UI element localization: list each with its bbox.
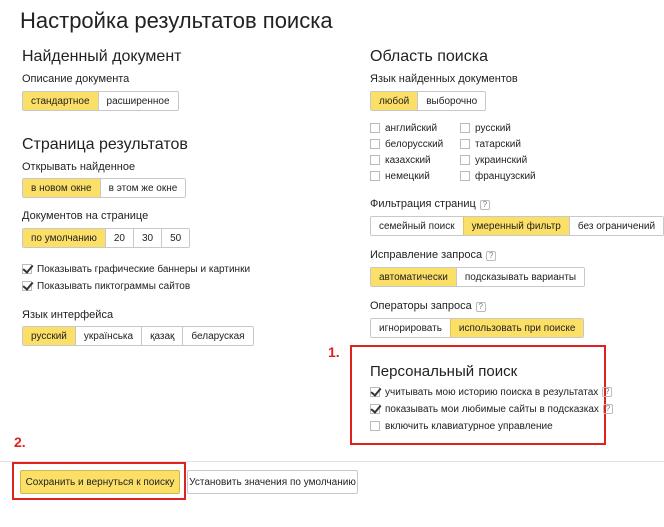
option-family[interactable]: семейный поиск xyxy=(371,217,463,235)
keyboard-label: включить клавиатурное управление xyxy=(385,420,553,432)
show-banners-row[interactable]: Показывать графические баннеры и картинк… xyxy=(22,262,250,276)
favorites-label: показывать мои любимые сайты в подсказка… xyxy=(385,403,599,415)
lang-item[interactable]: немецкий xyxy=(370,168,443,184)
correction-selector: автоматически подсказывать варианты xyxy=(370,267,586,287)
languages-left-list: английский белорусский казахский немецки… xyxy=(370,120,443,184)
set-defaults-button[interactable]: Установить значения по умолчанию xyxy=(187,470,358,494)
option-new-window[interactable]: в новом окне xyxy=(23,179,100,197)
interface-language-selector: русский українська қазақ беларуская xyxy=(22,326,254,346)
keyboard-row[interactable]: включить клавиатурное управление xyxy=(370,419,553,433)
lang-item[interactable]: французский xyxy=(460,168,536,184)
help-icon[interactable]: ? xyxy=(475,302,486,312)
checkbox-checked-icon[interactable] xyxy=(370,387,380,397)
option-auto[interactable]: автоматически xyxy=(371,268,456,286)
open-label: Открывать найденное xyxy=(22,161,136,173)
operators-selector: игнорировать использовать при поиске xyxy=(370,318,585,338)
open-selector: в новом окне в этом же окне xyxy=(22,178,187,198)
checkbox-checked-icon[interactable] xyxy=(22,264,32,274)
option-moderate[interactable]: умеренный фильтр xyxy=(462,217,569,235)
lang-item[interactable]: русский xyxy=(460,120,536,136)
results-page-title: Страница результатов xyxy=(22,136,188,153)
option-use[interactable]: использовать при поиске xyxy=(449,319,584,337)
option-ignore[interactable]: игнорировать xyxy=(371,319,450,337)
option-30[interactable]: 30 xyxy=(132,229,162,247)
doc-language-selector: любой выборочно xyxy=(370,91,487,111)
checkbox-icon[interactable] xyxy=(460,171,470,181)
help-icon[interactable]: ? xyxy=(602,387,613,397)
option-belarusian[interactable]: беларуская xyxy=(182,327,253,345)
description-selector: стандартное расширенное xyxy=(22,91,179,111)
checkbox-icon[interactable] xyxy=(460,155,470,165)
filter-selector: семейный поиск умеренный фильтр без огра… xyxy=(370,216,664,236)
docs-per-page-selector: по умолчанию 20 30 50 xyxy=(22,228,191,248)
lang-item[interactable]: казахский xyxy=(370,152,443,168)
option-standard[interactable]: стандартное xyxy=(23,92,98,110)
option-any[interactable]: любой xyxy=(371,92,418,110)
help-icon[interactable]: ? xyxy=(479,200,490,210)
operators-label-text: Операторы запроса xyxy=(370,300,472,312)
interface-language-label: Язык интерфейса xyxy=(22,309,114,321)
correction-label: Исправление запроса? xyxy=(370,249,497,261)
checkbox-icon[interactable] xyxy=(460,139,470,149)
option-selective[interactable]: выборочно xyxy=(417,92,486,110)
annotation-marker-2: 2. xyxy=(14,434,26,450)
docs-per-page-label: Документов на странице xyxy=(22,210,149,222)
option-default[interactable]: по умолчанию xyxy=(23,229,105,247)
found-document-title: Найденный документ xyxy=(22,48,182,65)
help-icon[interactable]: ? xyxy=(486,251,497,261)
help-icon[interactable]: ? xyxy=(602,404,613,414)
option-unrestricted[interactable]: без ограничений xyxy=(568,217,664,235)
operators-label: Операторы запроса? xyxy=(370,300,486,312)
lang-item[interactable]: татарский xyxy=(460,136,536,152)
checkbox-icon[interactable] xyxy=(370,123,380,133)
checkbox-icon[interactable] xyxy=(370,155,380,165)
languages-right-list: русский татарский украинский французский xyxy=(460,120,536,184)
lang-item[interactable]: английский xyxy=(370,120,443,136)
checkbox-icon[interactable] xyxy=(370,421,380,431)
history-row[interactable]: учитывать мою историю поиска в результат… xyxy=(370,385,613,399)
option-suggest[interactable]: подсказывать варианты xyxy=(455,268,585,286)
page-title: Настройка результатов поиска xyxy=(20,8,333,33)
checkbox-icon[interactable] xyxy=(370,171,380,181)
lang-item[interactable]: белорусский xyxy=(370,136,443,152)
filter-label-text: Фильтрация страниц xyxy=(370,198,476,210)
lang-item[interactable]: украинский xyxy=(460,152,536,168)
description-label: Описание документа xyxy=(22,73,130,85)
save-button[interactable]: Сохранить и вернуться к поиску xyxy=(20,470,180,494)
option-russian[interactable]: русский xyxy=(23,327,75,345)
checkbox-icon[interactable] xyxy=(370,139,380,149)
correction-label-text: Исправление запроса xyxy=(370,249,483,261)
show-banners-label: Показывать графические баннеры и картинк… xyxy=(37,263,251,275)
history-label: учитывать мою историю поиска в результат… xyxy=(385,386,599,398)
favorites-row[interactable]: показывать мои любимые сайты в подсказка… xyxy=(370,402,613,416)
personal-search-title: Персональный поиск xyxy=(370,363,518,380)
checkbox-icon[interactable] xyxy=(460,123,470,133)
option-extended[interactable]: расширенное xyxy=(97,92,178,110)
checkbox-checked-icon[interactable] xyxy=(22,281,32,291)
show-icons-row[interactable]: Показывать пиктограммы сайтов xyxy=(22,279,190,293)
checkbox-checked-icon[interactable] xyxy=(370,404,380,414)
search-area-title: Область поиска xyxy=(370,48,488,65)
option-kazakh[interactable]: қазақ xyxy=(141,327,183,345)
filter-label: Фильтрация страниц? xyxy=(370,198,490,210)
option-ukrainian[interactable]: українська xyxy=(74,327,142,345)
option-same-window[interactable]: в этом же окне xyxy=(99,179,186,197)
option-50[interactable]: 50 xyxy=(161,229,190,247)
show-icons-label: Показывать пиктограммы сайтов xyxy=(37,280,191,292)
option-20[interactable]: 20 xyxy=(104,229,133,247)
doc-language-label: Язык найденных документов xyxy=(370,73,518,85)
annotation-marker-1: 1. xyxy=(328,344,340,360)
